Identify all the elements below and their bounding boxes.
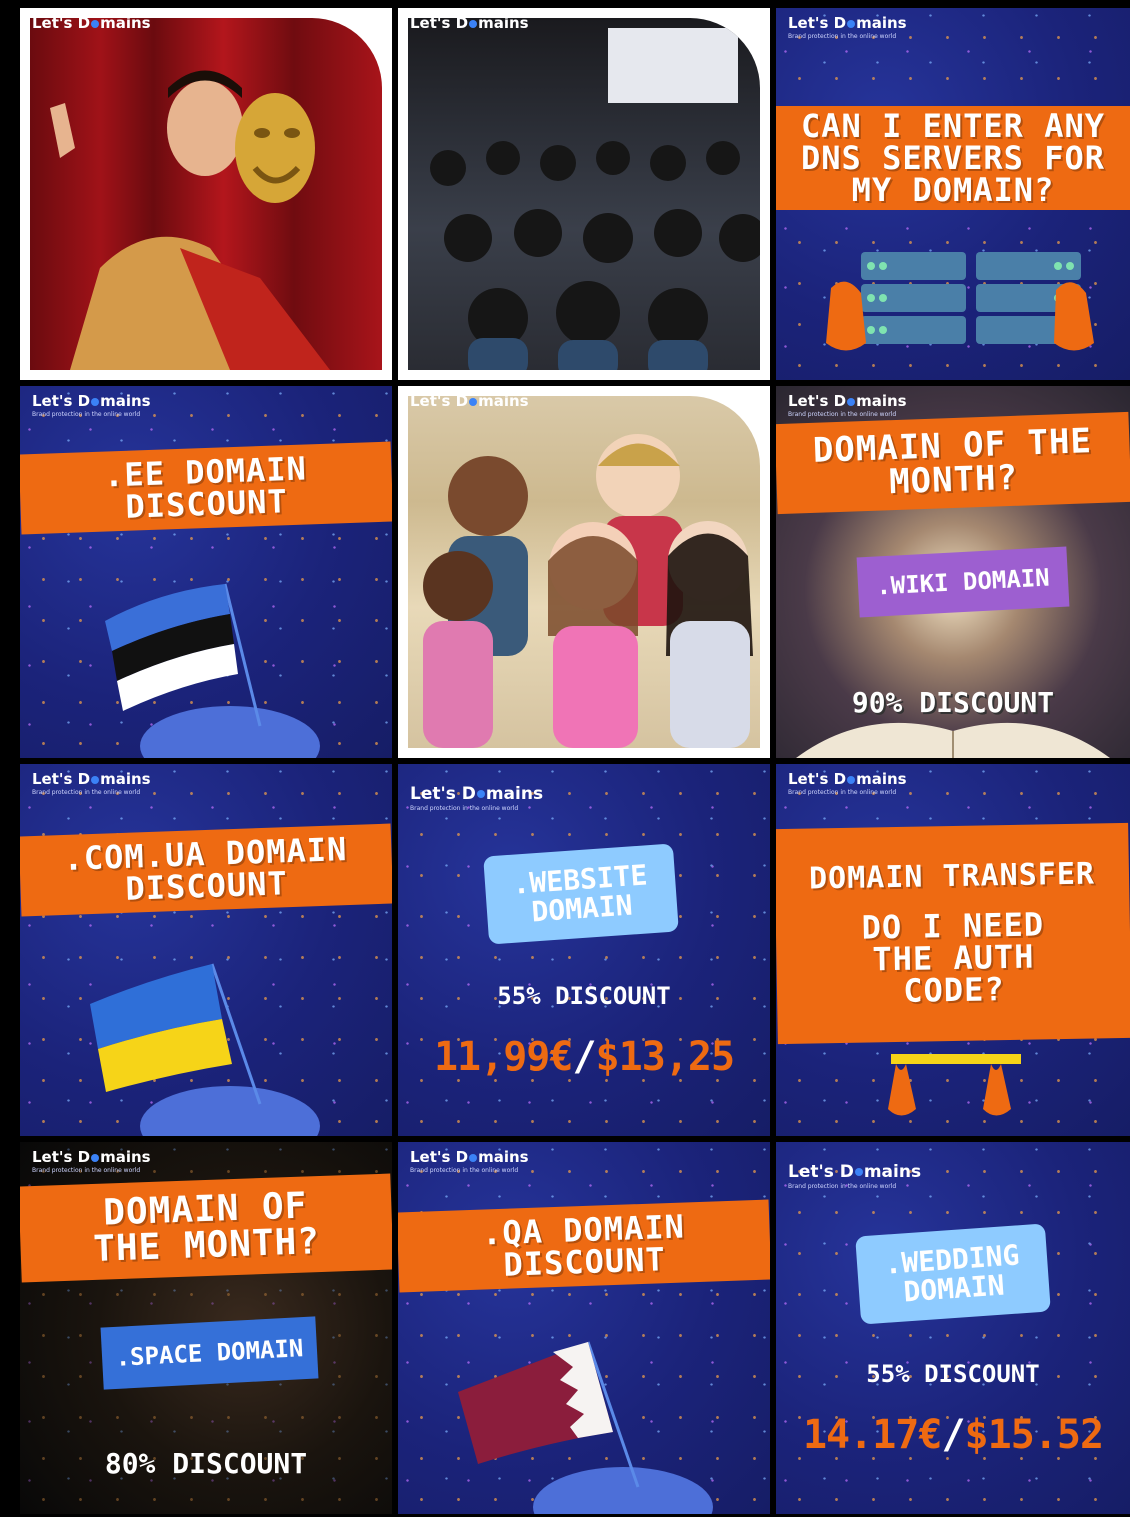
ukraine-flag-illustration <box>90 963 320 1136</box>
post-tile-website-domain[interactable]: Let's Dmains Brand protection in the onl… <box>398 764 770 1136</box>
audience-photo <box>408 18 760 370</box>
post-tile-audience[interactable]: Let's Dmains <box>398 8 770 380</box>
brand-logo: Let's Dmains <box>410 784 544 804</box>
post-tile-dns-servers[interactable]: Let's Dmains Brand protection in the onl… <box>776 8 1130 380</box>
domain-label: .WEDDING DOMAIN <box>855 1223 1051 1325</box>
brand-logo: Let's Dmains <box>32 1148 151 1166</box>
brand-logo: Let's Dmains <box>788 392 907 410</box>
audience-illustration <box>430 28 760 370</box>
kids-photo <box>408 396 760 748</box>
price-text: 11,99€/$13,25 <box>433 1034 735 1080</box>
theatre-photo <box>30 18 382 370</box>
brand-tagline: Brand protection in the online world <box>788 1183 897 1190</box>
headline-banner: DOMAIN OF THE MONTH? <box>20 1173 392 1283</box>
discount-text: 80% DISCOUNT <box>104 1447 308 1480</box>
post-tile-theatre[interactable]: Let's Dmains <box>20 8 392 380</box>
domain-label: .WIKI DOMAIN <box>856 546 1070 618</box>
brand-tagline: Brand protection in the online world <box>788 411 897 418</box>
servers-illustration <box>826 252 1094 351</box>
post-tile-wiki-domain[interactable]: Let's Dmains Brand protection in the onl… <box>776 386 1130 758</box>
actor-with-mask-illustration <box>50 70 330 370</box>
domain-label: .WEBSITE DOMAIN <box>483 843 679 945</box>
domain-label: .SPACE DOMAIN <box>100 1316 319 1390</box>
post-tile-ee-domain[interactable]: Let's Dmains Brand protection in the onl… <box>20 386 392 758</box>
brand-logo: Let's Dmains <box>410 14 529 32</box>
post-tile-kids[interactable]: Let's Dmains <box>398 386 770 758</box>
brand-logo: Let's Dmains <box>788 1162 922 1182</box>
qatar-flag-illustration <box>458 1341 713 1514</box>
discount-text: 55% DISCOUNT <box>497 982 671 1010</box>
discount-text: 90% DISCOUNT <box>851 686 1055 719</box>
post-tile-comua-domain[interactable]: Let's Dmains Brand protection in the onl… <box>20 764 392 1136</box>
post-tile-domain-transfer[interactable]: Let's Dmains Brand protection in the onl… <box>776 764 1130 1136</box>
post-tile-qa-domain[interactable]: Let's Dmains Brand protection in the onl… <box>398 1142 770 1514</box>
post-tile-space-domain[interactable]: Let's Dmains Brand protection in the onl… <box>20 1142 392 1514</box>
brand-tagline: Brand protection in the online world <box>410 805 519 812</box>
transfer-illustration <box>888 1054 1021 1116</box>
brand-logo: Let's Dmains <box>32 14 151 32</box>
discount-text: 55% DISCOUNT <box>866 1360 1040 1388</box>
estonia-flag-illustration <box>105 583 320 758</box>
brand-logo: Let's Dmains <box>410 392 529 410</box>
headline-banner: DOMAIN OF THE MONTH? <box>776 411 1130 515</box>
brand-tagline: Brand protection in the online world <box>32 1167 141 1174</box>
post-tile-wedding-domain[interactable]: Let's Dmains Brand protection in the onl… <box>776 1142 1130 1514</box>
kids-illustration <box>423 434 753 748</box>
price-text: 14.17€/$15.52 <box>802 1412 1104 1458</box>
